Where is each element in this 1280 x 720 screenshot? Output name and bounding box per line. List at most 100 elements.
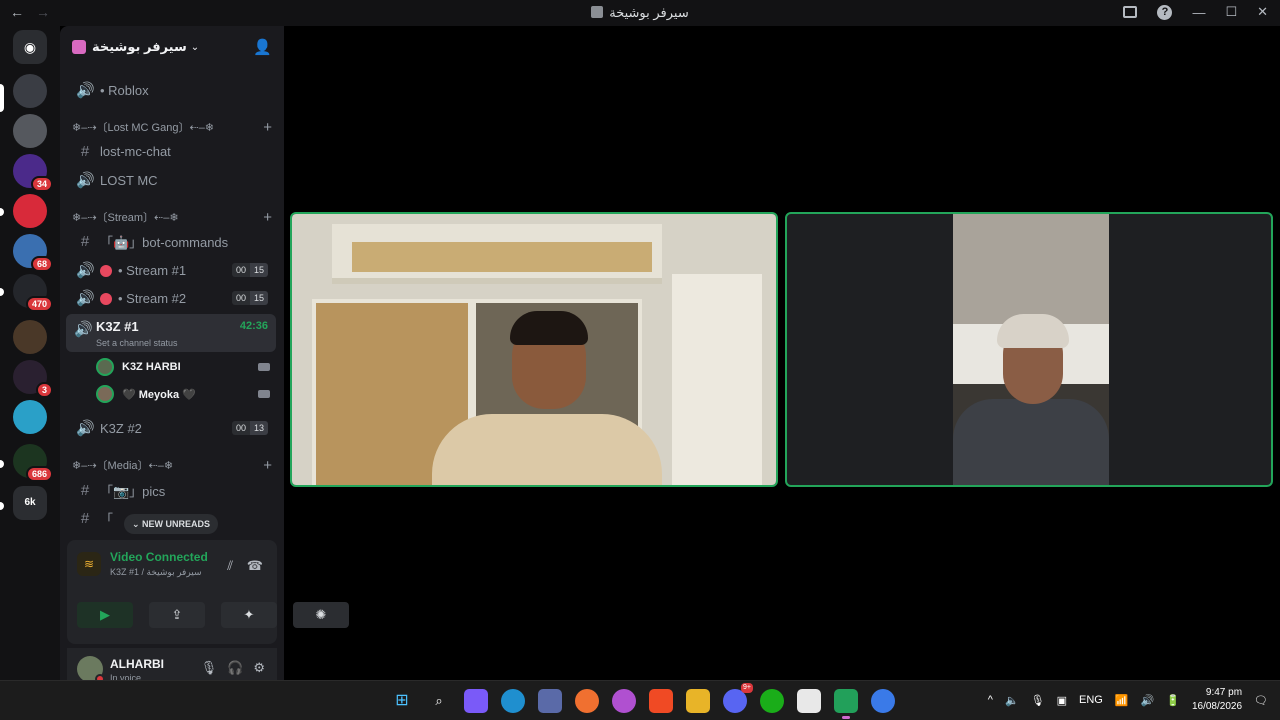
plus-icon[interactable]: + bbox=[263, 457, 272, 474]
voice-channel-roblox[interactable]: 🔊 • Roblox bbox=[68, 77, 276, 103]
new-unreads-button[interactable]: ⌄ NEW UNREADS bbox=[124, 514, 219, 534]
title-bar: ← → سيرفر بوشيخة ? — ☐ ✕ bbox=[0, 0, 1280, 26]
avatar[interactable] bbox=[77, 656, 105, 684]
voice-channel-stream-1[interactable]: 🔊 • Stream #1 00 15 bbox=[68, 257, 276, 283]
voice-connection-panel: ≋ Video Connected K3Z #1 / سيرفر بوشيخة … bbox=[67, 540, 349, 644]
brave-icon[interactable] bbox=[649, 689, 673, 713]
wechat-icon[interactable] bbox=[760, 689, 784, 713]
call-timer: 42:36 bbox=[239, 320, 268, 332]
app-icon[interactable] bbox=[538, 689, 562, 713]
user-count: 00 15 bbox=[231, 263, 268, 277]
channel-label: 「📷」pics bbox=[100, 483, 166, 499]
file-explorer-icon[interactable] bbox=[686, 689, 710, 713]
category-lost-mc[interactable]: ❄︎–⇢〔Lost MC Gang〕⇠–❄︎ + bbox=[72, 118, 272, 136]
mention-badge: 34 bbox=[30, 176, 53, 192]
plus-icon[interactable]: + bbox=[263, 119, 272, 136]
add-user-icon[interactable]: 👤 bbox=[253, 38, 272, 56]
clock[interactable]: 9:47 pm 16/08/2026 bbox=[1192, 686, 1242, 714]
text-channel-pics[interactable]: # 「📷」pics bbox=[68, 477, 276, 503]
server-icon-xbox[interactable] bbox=[13, 114, 47, 148]
server-icon[interactable] bbox=[13, 194, 47, 228]
app-icon[interactable] bbox=[612, 689, 636, 713]
help-icon[interactable]: ? bbox=[1157, 4, 1173, 20]
store-icon[interactable] bbox=[797, 689, 821, 713]
voice-channel-k3z-1[interactable]: 🔊 K3Z #1 42:36 Set a channel status bbox=[66, 314, 276, 352]
mention-badge: 3 bbox=[35, 382, 53, 398]
language-indicator[interactable]: ENG bbox=[1079, 694, 1103, 706]
user-name: K3Z HARBI bbox=[122, 361, 181, 373]
video-tile-meyoka[interactable] bbox=[785, 212, 1273, 487]
server-icon[interactable] bbox=[13, 400, 47, 434]
user-name[interactable]: ALHARBI bbox=[110, 657, 164, 671]
voice-channel-path[interactable]: K3Z #1 / سيرفر بوشيخة bbox=[110, 567, 202, 578]
app-icon[interactable] bbox=[871, 689, 895, 713]
edge-icon[interactable] bbox=[501, 689, 525, 713]
voice-channel-stream-2[interactable]: 🔊 • Stream #2 00 15 bbox=[68, 285, 276, 311]
voice-status-title: Video Connected bbox=[110, 550, 208, 564]
channel-status[interactable]: Set a channel status bbox=[96, 338, 178, 348]
server-folder[interactable]: 686 bbox=[13, 444, 53, 482]
server-name: سيرفر بوشيخة bbox=[92, 39, 187, 54]
hash-icon: # bbox=[80, 142, 90, 160]
notification-icon[interactable]: 🗨 bbox=[1254, 694, 1268, 707]
voice-channel-lost-mc[interactable]: 🔊 LOST MC bbox=[68, 167, 276, 193]
battery-icon[interactable]: 🔋 bbox=[1166, 694, 1180, 707]
soundboard-button[interactable]: ✺ bbox=[293, 602, 349, 628]
speaker-icon: 🔊 bbox=[76, 420, 95, 437]
channel-sidebar: سيرفر بوشيخة ⌄ 👤 🔊 • Roblox ❄︎–⇢〔Lost MC… bbox=[60, 26, 349, 690]
disconnect-icon[interactable]: ☎ bbox=[247, 558, 263, 574]
microphone-icon[interactable]: 🎙 bbox=[201, 660, 218, 676]
voice-user[interactable]: 🖤 Meyoka 🖤 bbox=[96, 382, 276, 406]
user-name: 🖤 Meyoka 🖤 bbox=[122, 388, 196, 401]
mention-badge: 686 bbox=[25, 466, 53, 482]
channel-label: lost-mc-chat bbox=[100, 143, 171, 159]
inbox-icon[interactable] bbox=[1123, 6, 1138, 18]
voice-channel-k3z-2[interactable]: 🔊 K3Z #2 00 13 bbox=[68, 415, 276, 441]
signal-icon[interactable]: ≋ bbox=[77, 552, 101, 576]
category-media[interactable]: ❄︎–⇢〔Media〕⇠–❄︎ + bbox=[72, 456, 272, 474]
gear-icon[interactable]: ⚙ bbox=[253, 660, 265, 676]
category-label: ❄︎–⇢〔Lost MC Gang〕⇠–❄︎ bbox=[72, 122, 215, 134]
speaker-icon[interactable]: 🔈 bbox=[1005, 694, 1019, 707]
chevron-up-icon[interactable]: ^ bbox=[988, 694, 993, 706]
server-header[interactable]: سيرفر بوشيخة ⌄ 👤 bbox=[60, 26, 284, 68]
video-tile-k3z-harbi[interactable] bbox=[290, 212, 778, 487]
minimize-icon[interactable]: — bbox=[1192, 5, 1205, 20]
screen-share-button[interactable]: ⇪ bbox=[149, 602, 205, 628]
microphone-icon[interactable]: 🎙 bbox=[1031, 694, 1045, 707]
user-count: 00 13 bbox=[231, 421, 268, 435]
activities-button[interactable]: ✦ bbox=[221, 602, 277, 628]
tray-app-icon[interactable]: ▣ bbox=[1057, 694, 1067, 707]
server-icon[interactable]: 68 bbox=[13, 234, 53, 272]
app-icon[interactable] bbox=[575, 689, 599, 713]
server-icon[interactable]: 6k bbox=[13, 486, 47, 520]
server-icon[interactable]: 3 bbox=[13, 360, 53, 398]
close-icon[interactable]: ✕ bbox=[1257, 4, 1268, 20]
copilot-icon[interactable] bbox=[464, 689, 488, 713]
volume-icon[interactable]: 🔊 bbox=[1141, 694, 1155, 707]
windows-taskbar: ⊞ ⌕ 9+ ^ 🔈 🎙 ▣ ENG 📶 🔊 🔋 9:47 pm 16/08/2… bbox=[0, 680, 1280, 720]
search-icon[interactable]: ⌕ bbox=[427, 689, 451, 713]
server-icon-active[interactable] bbox=[13, 74, 47, 108]
discord-icon[interactable]: 9+ bbox=[723, 683, 753, 713]
wifi-icon[interactable]: 📶 bbox=[1115, 694, 1129, 707]
discord-window-icon[interactable] bbox=[834, 689, 858, 719]
discord-home-icon[interactable]: ◉ bbox=[13, 30, 47, 64]
red-circle-icon bbox=[100, 264, 112, 277]
server-folder[interactable]: 470 bbox=[13, 274, 53, 312]
channel-label: • Roblox bbox=[100, 82, 149, 98]
maximize-icon[interactable]: ☐ bbox=[1225, 4, 1237, 20]
voice-user[interactable]: K3Z HARBI bbox=[96, 355, 276, 379]
headphones-icon[interactable]: 🎧 bbox=[227, 660, 243, 676]
server-icon[interactable]: 34 bbox=[13, 154, 53, 192]
text-channel-lost-mc-chat[interactable]: # lost-mc-chat bbox=[68, 138, 276, 164]
noise-suppression-icon[interactable]: ⫽ bbox=[227, 558, 233, 574]
server-icon[interactable] bbox=[13, 320, 47, 354]
windows-start-icon[interactable]: ⊞ bbox=[390, 689, 414, 713]
plus-icon[interactable]: + bbox=[263, 209, 272, 226]
text-channel-bot-commands[interactable]: # 「🤖」bot-commands bbox=[68, 228, 276, 254]
hash-icon: # bbox=[80, 232, 90, 250]
camera-button[interactable]: ▶ bbox=[77, 602, 133, 628]
category-stream[interactable]: ❄︎–⇢〔Stream〕⇠–❄︎ + bbox=[72, 208, 272, 226]
channel-label: K3Z #2 bbox=[100, 420, 142, 436]
